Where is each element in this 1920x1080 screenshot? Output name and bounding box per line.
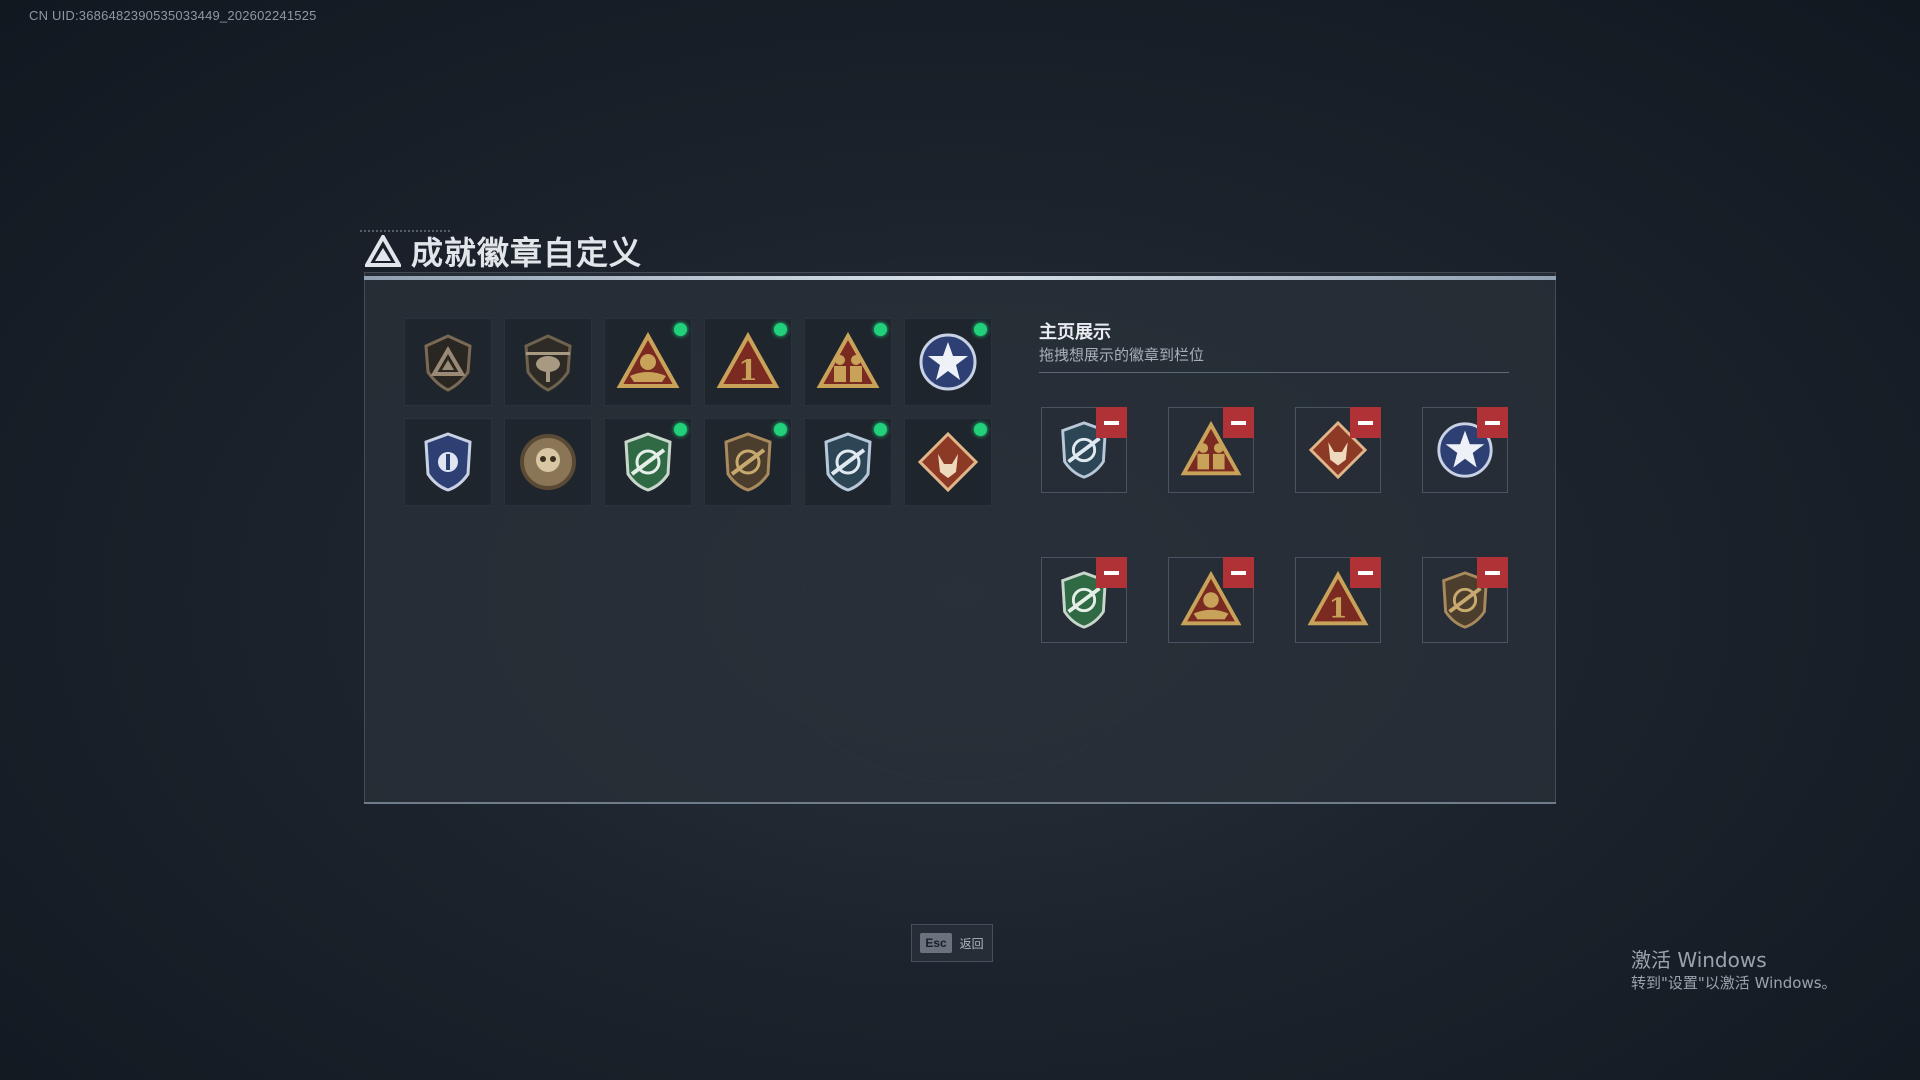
showcase-slot[interactable] — [1422, 557, 1508, 643]
windows-activation-hint: 转到"设置"以激活 Windows。 — [1631, 974, 1837, 992]
showcase-slot[interactable] — [1168, 407, 1254, 493]
badge-grid-item[interactable] — [404, 418, 492, 506]
header: 成就徽章自定义 — [365, 228, 642, 274]
boat-triangle-badge-icon — [616, 331, 680, 388]
badge-grid-item[interactable] — [604, 318, 692, 406]
badge-grid-item[interactable] — [504, 318, 592, 406]
showcase-slot[interactable] — [1422, 407, 1508, 493]
soldiers-triangle-badge-icon — [816, 331, 880, 388]
badge-grid-item[interactable] — [704, 418, 792, 506]
uid-label: CN UID:3686482390535033449_202602241525 — [29, 8, 317, 23]
new-indicator-dot — [774, 323, 787, 336]
badge-grid-item[interactable] — [504, 418, 592, 506]
badge-grid: 1 — [404, 318, 992, 506]
badge-grid-item[interactable] — [804, 418, 892, 506]
skull-medallion-badge-icon — [520, 434, 576, 490]
windows-activation-title: 激活 Windows — [1631, 948, 1767, 972]
badge-grid-item[interactable] — [804, 318, 892, 406]
badge-grid-item[interactable] — [404, 318, 492, 406]
esc-key-icon: Esc — [920, 933, 952, 953]
triangle-logo-icon — [365, 235, 401, 267]
helicopter-badge-icon — [524, 334, 572, 392]
bronze-rifle-shield-badge-icon — [724, 432, 772, 492]
number-one-triangle-badge-icon: 1 — [716, 331, 780, 388]
police-shield-badge-icon — [424, 432, 472, 492]
badge-grid-item[interactable] — [904, 318, 992, 406]
new-indicator-dot — [974, 423, 987, 436]
green-crosshair-shield-badge-icon — [624, 432, 672, 492]
new-indicator-dot — [974, 323, 987, 336]
badge-grid-item[interactable] — [604, 418, 692, 506]
remove-badge-button[interactable] — [1096, 557, 1127, 588]
showcase-subtitle: 拖拽想展示的徽章到栏位 — [1039, 346, 1205, 364]
remove-badge-button[interactable] — [1477, 557, 1508, 588]
new-indicator-dot — [674, 423, 687, 436]
showcase-title: 主页展示 — [1039, 322, 1111, 343]
remove-badge-button[interactable] — [1223, 557, 1254, 588]
svg-text:1: 1 — [1329, 593, 1348, 624]
remove-badge-button[interactable] — [1350, 557, 1381, 588]
remove-badge-button[interactable] — [1350, 407, 1381, 438]
new-indicator-dot — [874, 423, 887, 436]
back-label: 返回 — [959, 936, 984, 951]
new-indicator-dot — [674, 323, 687, 336]
remove-badge-button[interactable] — [1223, 407, 1254, 438]
showcase-slot[interactable] — [1168, 557, 1254, 643]
svg-text:1: 1 — [738, 354, 757, 387]
badge-grid-item[interactable]: 1 — [704, 318, 792, 406]
remove-badge-button[interactable] — [1477, 407, 1508, 438]
triangle-shield-badge-icon — [424, 334, 472, 392]
badge-grid-item[interactable] — [904, 418, 992, 506]
wolf-diamond-badge-icon — [917, 431, 979, 493]
new-indicator-dot — [874, 323, 887, 336]
panel-top-accent — [364, 276, 1556, 280]
showcase-slots: 1 — [1041, 407, 1508, 643]
panel-bottom-accent — [364, 802, 1556, 804]
showcase-slot[interactable] — [1295, 407, 1381, 493]
blue-rifle-shield-badge-icon — [824, 432, 872, 492]
back-button[interactable]: Esc 返回 — [911, 924, 993, 962]
star-circle-badge-icon — [919, 333, 977, 391]
page-title: 成就徽章自定义 — [411, 234, 643, 272]
showcase-divider — [1039, 372, 1509, 373]
showcase-slot[interactable]: 1 — [1295, 557, 1381, 643]
showcase-slot[interactable] — [1041, 557, 1127, 643]
remove-badge-button[interactable] — [1096, 407, 1127, 438]
showcase-slot[interactable] — [1041, 407, 1127, 493]
new-indicator-dot — [774, 423, 787, 436]
